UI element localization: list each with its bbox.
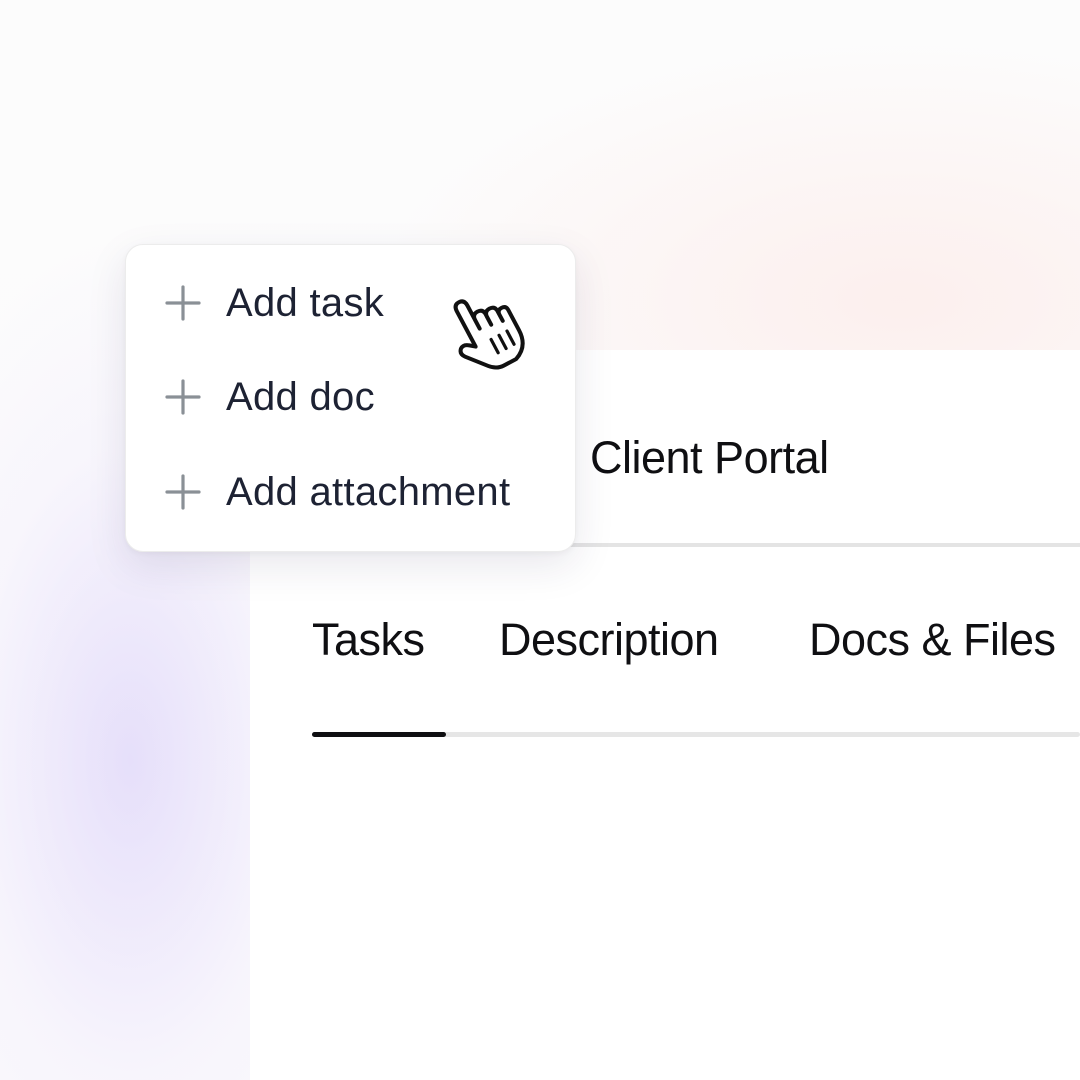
menu-item-label: Add doc xyxy=(226,374,375,419)
plus-icon xyxy=(165,474,201,510)
menu-item-add-doc[interactable]: Add doc xyxy=(164,367,375,427)
menu-item-add-task[interactable]: Add task xyxy=(164,273,384,333)
menu-item-add-attachment[interactable]: Add attachment xyxy=(164,462,510,522)
menu-item-label: Add attachment xyxy=(226,469,511,514)
hand-pointer-icon xyxy=(453,299,525,370)
active-tab-indicator xyxy=(312,732,446,737)
tab-tasks[interactable]: Tasks xyxy=(312,614,425,666)
tab-docs-files[interactable]: Docs & Files xyxy=(809,614,1056,666)
menu-item-label: Add task xyxy=(226,280,385,325)
plus-icon xyxy=(165,379,201,415)
tab-description[interactable]: Description xyxy=(499,614,719,666)
plus-icon xyxy=(165,285,201,321)
page-title: Client Portal xyxy=(590,432,829,483)
tab-bar: Tasks Description Docs & Files xyxy=(312,614,1080,674)
